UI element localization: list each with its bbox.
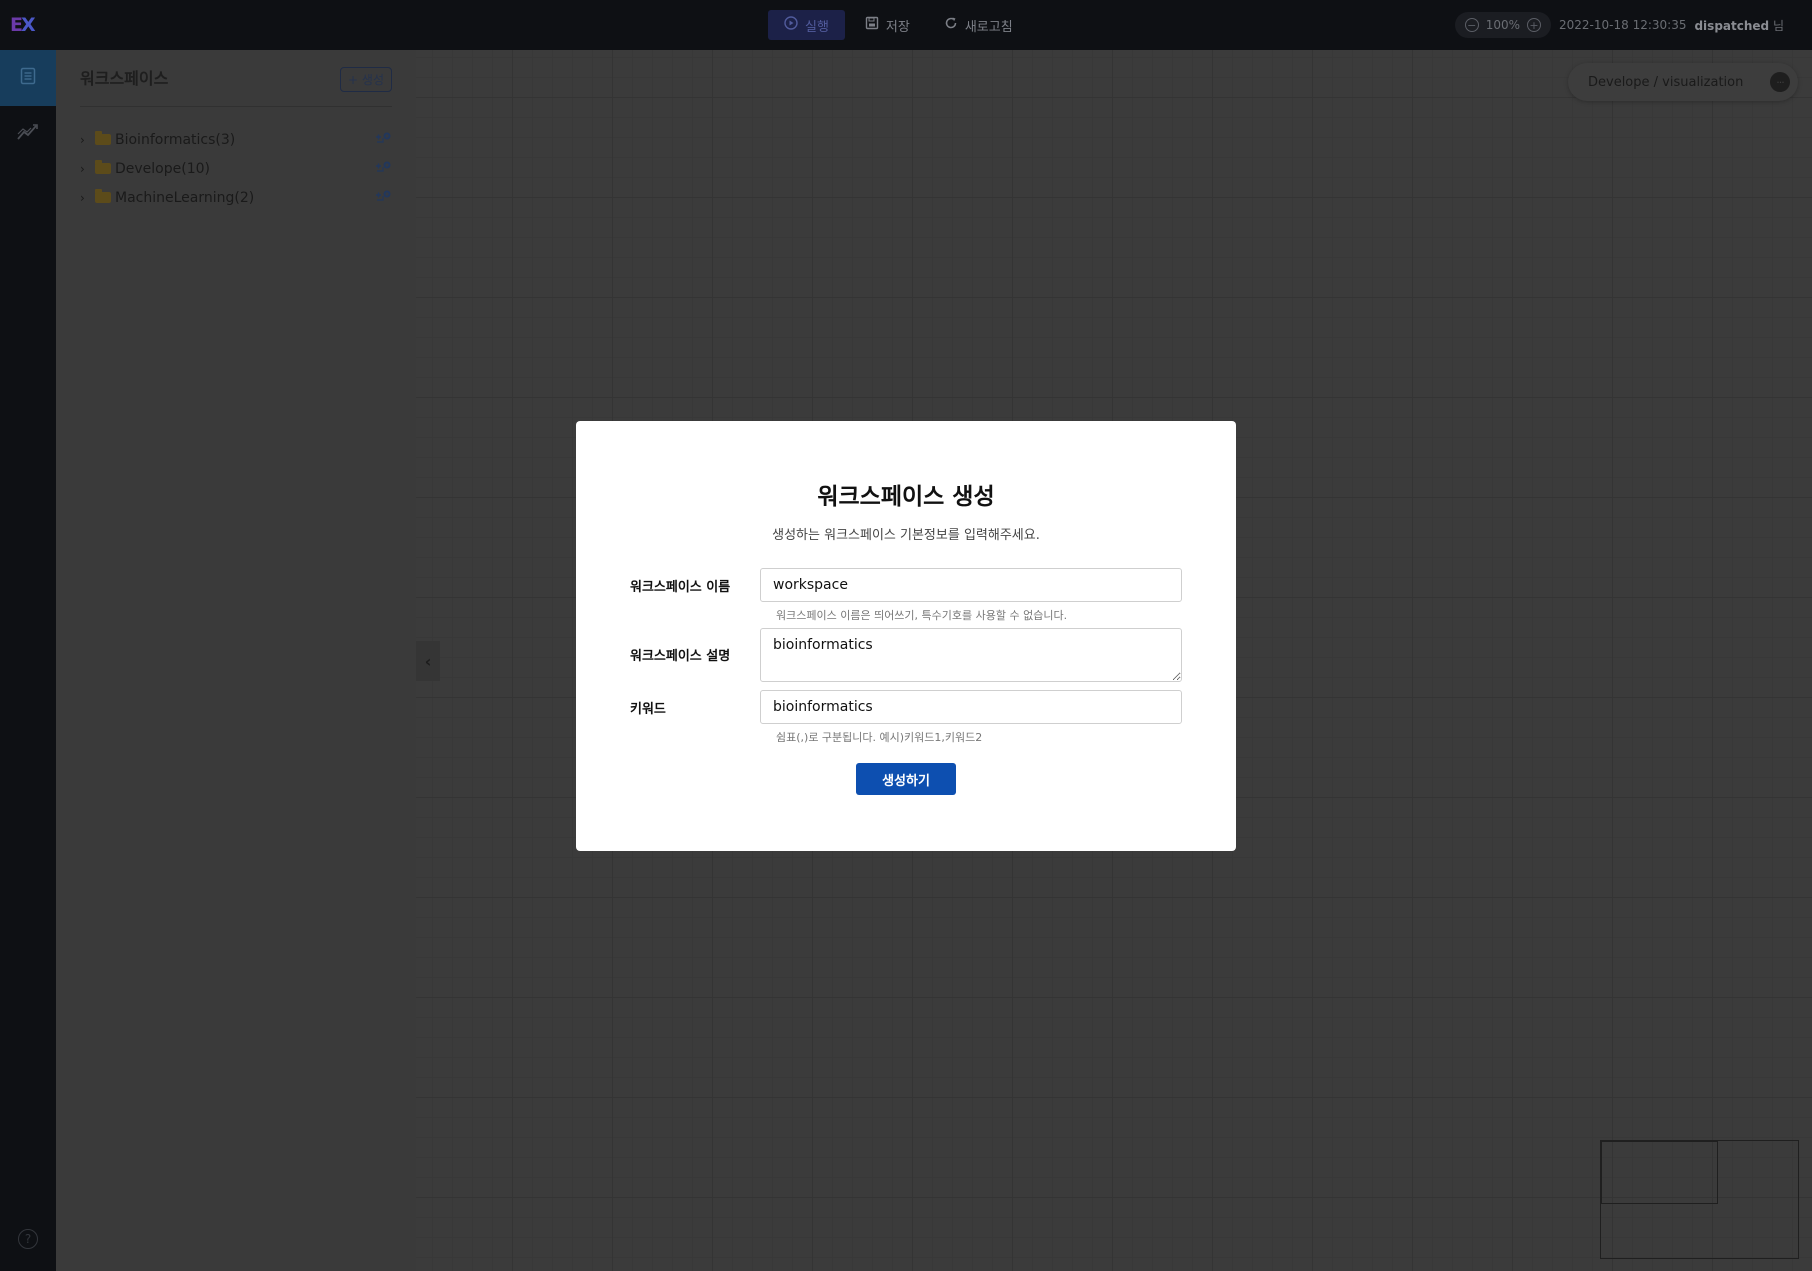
workspace-description-label: 워크스페이스 설명 [630, 649, 731, 664]
folder-icon [95, 131, 111, 145]
top-actions: 실행 저장 새로고침 [768, 10, 1027, 40]
run-button-label: 실행 [805, 19, 829, 35]
create-submit-button[interactable]: 생성하기 [856, 763, 956, 795]
zoom-level: 100% [1485, 18, 1521, 32]
rail-item-workspace[interactable] [0, 50, 56, 106]
folder-label: MachineLearning(2) [115, 189, 255, 206]
refresh-button[interactable]: 새로고침 [930, 10, 1027, 40]
zoom-in-icon[interactable]: + [1527, 18, 1542, 32]
tree-folder-develope[interactable]: › Develope(10) [80, 154, 392, 183]
chevron-left-icon: ‹ [424, 651, 432, 671]
play-circle-icon [784, 16, 798, 34]
workspace-description-input[interactable]: bioinformatics [760, 628, 1182, 682]
document-list-icon [18, 66, 38, 90]
chevron-right-icon[interactable]: › [80, 162, 92, 176]
workflow-breadcrumb: Develope / visualization ··· [1568, 63, 1798, 101]
current-datetime: 2022-10-18 12:30:35 [1559, 18, 1687, 32]
create-workspace-button[interactable]: + 생성 [340, 67, 392, 92]
top-bar: EX 실행 저장 새로고침 − 100% + 2022-10-18 12:30:… [0, 0, 1812, 50]
folder-label: Bioinformatics(3) [115, 131, 236, 148]
add-workflow-icon[interactable] [374, 160, 392, 176]
folder-label: Develope(10) [115, 160, 210, 177]
breadcrumb-text: Develope / visualization [1588, 74, 1744, 90]
refresh-button-label: 새로고침 [964, 19, 1013, 35]
keyword-input[interactable] [760, 690, 1182, 724]
username: dispatched [1694, 18, 1770, 33]
zoom-out-icon[interactable]: − [1464, 18, 1479, 32]
workspace-name-input[interactable] [760, 568, 1182, 602]
help-icon[interactable]: ? [18, 1229, 38, 1249]
chevron-right-icon[interactable]: › [80, 191, 92, 205]
app-logo[interactable]: EX [10, 14, 46, 36]
user-greeting[interactable]: dispatched 님 [1694, 17, 1784, 34]
workspace-panel: 워크스페이스 + 생성 › Bioinformatics(3) › Develo… [56, 50, 416, 1271]
panel-header: 워크스페이스 + 생성 [80, 67, 392, 107]
line-chart-icon [16, 122, 40, 146]
tree-folder-bioinformatics[interactable]: › Bioinformatics(3) [80, 125, 392, 154]
user-suffix: 님 [1772, 18, 1784, 33]
add-workflow-icon[interactable] [374, 131, 392, 147]
left-rail: ? [0, 50, 56, 1271]
logo-letter-e: E [10, 14, 23, 36]
run-button[interactable]: 실행 [768, 10, 845, 40]
folder-icon [95, 189, 111, 203]
save-icon [865, 16, 879, 34]
refresh-icon [944, 16, 958, 34]
more-options-icon[interactable]: ··· [1770, 72, 1790, 92]
panel-title: 워크스페이스 [80, 69, 169, 88]
collapse-panel-button[interactable]: ‹ [416, 641, 440, 681]
save-button[interactable]: 저장 [851, 10, 924, 40]
keyword-label: 키워드 [630, 702, 666, 717]
create-workspace-modal: 워크스페이스 생성 생성하는 워크스페이스 기본정보를 입력해주세요. 워크스페… [576, 421, 1236, 851]
tree-folder-machinelearning[interactable]: › MachineLearning(2) [80, 183, 392, 212]
workspace-name-hint: 워크스페이스 이름은 띄어쓰기, 특수기호를 사용할 수 없습니다. [776, 609, 1068, 622]
workspace-tree: › Bioinformatics(3) › Develope(10) › Mac… [80, 125, 392, 212]
logo-letter-x: X [20, 14, 36, 36]
minimap-viewport[interactable] [1601, 1141, 1718, 1204]
chevron-right-icon[interactable]: › [80, 133, 92, 147]
modal-subtitle: 생성하는 워크스페이스 기본정보를 입력해주세요. [772, 528, 1040, 543]
keyword-hint: 쉼표(,)로 구분됩니다. 예시)키워드1,키워드2 [776, 731, 983, 744]
modal-title: 워크스페이스 생성 [817, 484, 995, 510]
save-button-label: 저장 [885, 19, 910, 35]
rail-item-analytics[interactable] [0, 106, 56, 162]
workspace-name-label: 워크스페이스 이름 [630, 580, 731, 595]
top-right-status: − 100% + 2022-10-18 12:30:35 dispatched … [1454, 12, 1784, 38]
folder-icon [95, 160, 111, 174]
zoom-control: − 100% + [1454, 12, 1552, 38]
add-workflow-icon[interactable] [374, 189, 392, 205]
